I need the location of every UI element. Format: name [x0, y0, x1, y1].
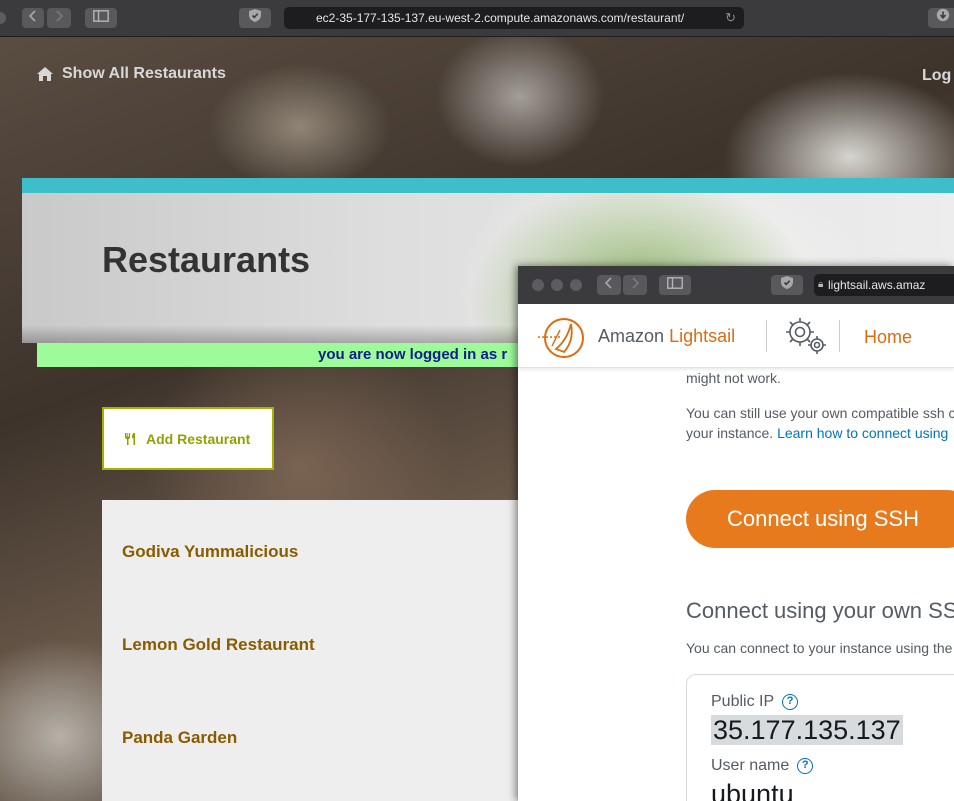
downloads-button[interactable]: [928, 8, 954, 28]
page-title: Restaurants: [102, 239, 311, 280]
user-name-value[interactable]: ubuntu: [711, 779, 794, 801]
lightsail-browser-window: 🔒︎ lightsail.aws.amaz Amazon Lightsail H…: [518, 266, 954, 801]
window-close-dot[interactable]: [0, 12, 6, 24]
user-name-label-row: User name ?: [711, 757, 814, 775]
lightsail-browser-toolbar: 🔒︎ lightsail.aws.amaz: [518, 266, 954, 304]
teal-accent-bar: [22, 178, 954, 193]
address-bar-url: ec2-35-177-135-137.eu-west-2.compute.ama…: [316, 11, 685, 25]
fork-knife-icon: [125, 432, 135, 445]
brand-name: Lightsail: [669, 326, 736, 346]
restaurant-top-nav: Show All Restaurants Log: [0, 37, 954, 115]
download-icon: [936, 8, 950, 22]
lightsail-url: lightsail.aws.amaz: [828, 278, 926, 292]
login-link[interactable]: Log: [922, 67, 951, 85]
shield-icon: [781, 276, 793, 289]
help-icon[interactable]: ?: [797, 758, 814, 774]
lightsail-connect-content: might not work. You can still use your o…: [518, 368, 954, 801]
public-ip-text: 35.177.135.137: [711, 715, 903, 745]
own-ssh-info-prefix: your instance.: [686, 425, 774, 441]
restaurant-link-godiva[interactable]: Godiva Yummalicious: [122, 542, 298, 562]
learn-connect-link[interactable]: Learn how to connect using: [777, 425, 948, 441]
reload-icon[interactable]: ↻: [725, 7, 736, 29]
user-name-label: User name: [711, 757, 790, 774]
window-zoom-dot[interactable]: [570, 279, 582, 291]
chevron-right-icon: [56, 10, 64, 22]
public-ip-value[interactable]: 35.177.135.137: [711, 715, 903, 746]
login-flash-text: you are now logged in as r: [318, 346, 508, 363]
own-ssh-info-line1: You can still use your own compatible ss…: [686, 405, 954, 421]
back-button[interactable]: [22, 8, 44, 28]
brand-prefix: Amazon: [598, 326, 665, 346]
sidebar-toggle-button[interactable]: [85, 8, 117, 28]
window-minimize-dot[interactable]: [551, 279, 563, 291]
connection-info-box: Public IP ? 35.177.135.137 User name ? u…: [686, 674, 954, 801]
add-restaurant-label: Add Restaurant: [146, 430, 251, 447]
lightsail-forward-button[interactable]: [623, 275, 647, 295]
gear-icon[interactable]: [780, 313, 830, 359]
own-ssh-info-line2: your instance. Learn how to connect usin…: [686, 425, 948, 441]
sidebar-icon: [667, 277, 683, 289]
header-divider: [839, 320, 840, 352]
add-restaurant-button[interactable]: Add Restaurant: [102, 407, 274, 470]
restaurant-link-lemon-gold[interactable]: Lemon Gold Restaurant: [122, 635, 315, 655]
lightsail-address-bar[interactable]: 🔒︎ lightsail.aws.amaz: [814, 274, 954, 296]
show-all-restaurants-link[interactable]: Show All Restaurants: [36, 65, 226, 83]
main-browser-toolbar: ec2-35-177-135-137.eu-west-2.compute.ama…: [0, 0, 954, 37]
public-ip-label-row: Public IP ?: [711, 693, 799, 711]
chevron-left-icon: [28, 10, 36, 22]
window-close-dot[interactable]: [532, 279, 544, 291]
connect-ssh-button[interactable]: Connect using SSH: [686, 490, 954, 548]
forward-button[interactable]: [47, 8, 71, 28]
lightsail-privacy-button[interactable]: [771, 275, 803, 295]
lightsail-brand[interactable]: Amazon Lightsail: [598, 326, 735, 347]
lightsail-header: Amazon Lightsail Home: [518, 304, 954, 368]
home-nav-link[interactable]: Home: [864, 327, 912, 348]
own-ssh-heading: Connect using your own SS: [686, 598, 954, 623]
partial-warning-text: might not work.: [686, 370, 781, 386]
lightsail-logo-icon: [538, 318, 584, 358]
privacy-shield-button[interactable]: [239, 8, 271, 28]
sidebar-icon: [93, 10, 109, 22]
lightsail-back-button[interactable]: [597, 275, 621, 295]
restaurant-list: Godiva Yummalicious Lemon Gold Restauran…: [102, 500, 518, 801]
home-icon: [37, 67, 53, 81]
lock-icon: 🔒︎: [818, 279, 824, 290]
shield-icon: [249, 9, 261, 22]
own-ssh-description: You can connect to your instance using t…: [686, 640, 953, 656]
help-icon[interactable]: ?: [782, 694, 799, 710]
restaurant-link-panda-garden[interactable]: Panda Garden: [122, 728, 237, 748]
header-divider: [766, 320, 767, 352]
public-ip-label: Public IP: [711, 693, 775, 710]
chevron-right-icon: [632, 277, 640, 289]
show-all-restaurants-label: Show All Restaurants: [62, 65, 226, 82]
address-bar[interactable]: ec2-35-177-135-137.eu-west-2.compute.ama…: [284, 7, 744, 29]
lightsail-sidebar-button[interactable]: [659, 275, 691, 295]
chevron-left-icon: [604, 277, 612, 289]
